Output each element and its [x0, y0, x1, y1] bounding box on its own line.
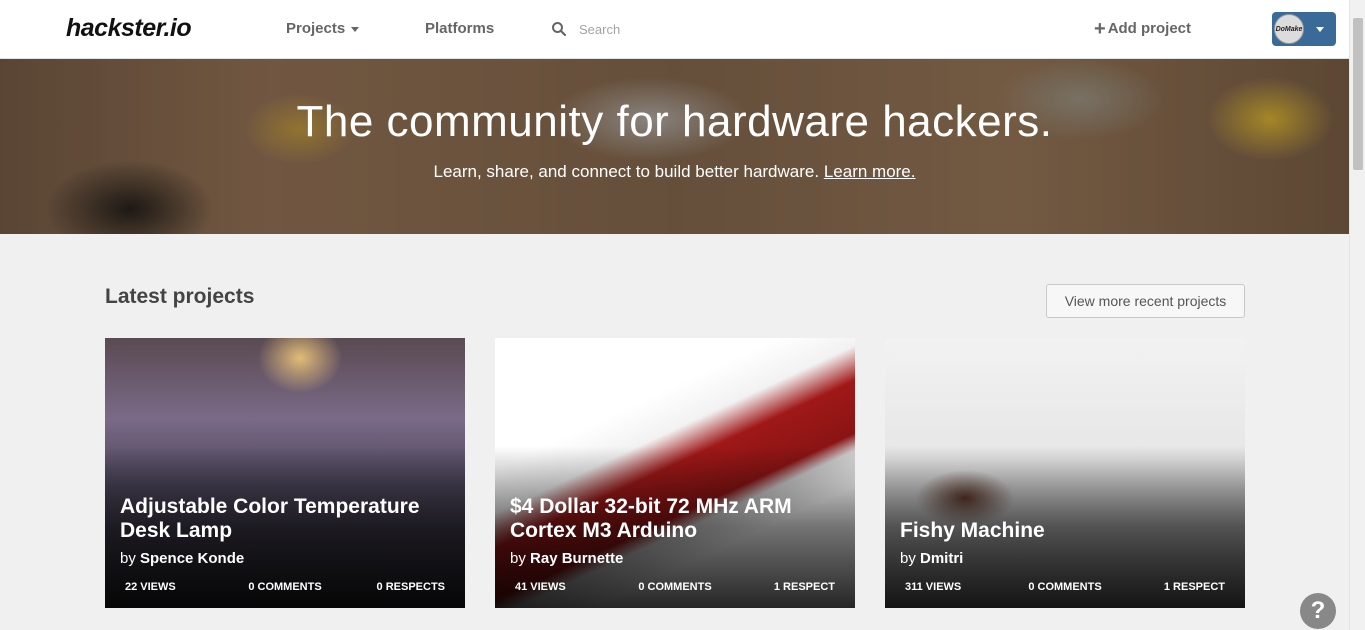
card-author-name[interactable]: Spence Konde: [140, 550, 244, 567]
card-stats: 22 VIEWS 0 COMMENTS 0 RESPECTS: [105, 581, 465, 597]
add-project-button[interactable]: + Add project: [1094, 18, 1191, 41]
card-respects: 0 RESPECTS: [376, 581, 445, 593]
avatar: DoMake: [1274, 14, 1304, 44]
search-box: [551, 19, 801, 41]
project-card[interactable]: Fishy Machine by Dmitri 311 VIEWS 0 COMM…: [885, 338, 1245, 608]
card-overlay: [495, 338, 855, 608]
help-button[interactable]: ?: [1300, 593, 1336, 629]
nav-platforms[interactable]: Platforms: [425, 20, 494, 37]
chevron-down-icon: [351, 26, 360, 32]
user-menu-button[interactable]: DoMake: [1272, 12, 1336, 46]
nav-projects-dropdown[interactable]: Projects: [286, 20, 360, 37]
nav-projects-label: Projects: [286, 20, 346, 37]
scrollbar-thumb[interactable]: [1353, 18, 1363, 170]
card-overlay: [885, 338, 1245, 608]
project-card[interactable]: $4 Dollar 32-bit 72 MHz ARM Cortex M3 Ar…: [495, 338, 855, 608]
page-scrollbar[interactable]: [1349, 0, 1365, 630]
card-title[interactable]: $4 Dollar 32-bit 72 MHz ARM Cortex M3 Ar…: [510, 495, 840, 543]
card-author: by Dmitri: [900, 550, 963, 567]
card-author-prefix: by: [120, 550, 136, 567]
card-author-name[interactable]: Ray Burnette: [530, 550, 623, 567]
top-navbar: hackster.io Projects Platforms +Add proj…: [0, 0, 1349, 59]
card-stats: 41 VIEWS 0 COMMENTS 1 RESPECT: [495, 581, 855, 597]
search-icon[interactable]: [551, 21, 567, 37]
plus-icon: +: [1094, 18, 1106, 40]
hero-subtitle: Learn, share, and connect to build bette…: [0, 162, 1349, 182]
card-respects: 1 RESPECT: [773, 581, 835, 593]
card-title[interactable]: Fishy Machine: [900, 519, 1230, 543]
card-title[interactable]: Adjustable Color Temperature Desk Lamp: [120, 495, 450, 543]
card-author-name[interactable]: Dmitri: [920, 550, 963, 567]
card-respects: 1 RESPECT: [1163, 581, 1225, 593]
section-title: Latest projects: [105, 285, 255, 308]
add-project-label: Add project: [1107, 20, 1192, 37]
project-card[interactable]: Adjustable Color Temperature Desk Lamp b…: [105, 338, 465, 608]
card-author: by Ray Burnette: [510, 550, 623, 567]
hero-banner: The community for hardware hackers. Lear…: [0, 59, 1349, 234]
card-author-prefix: by: [510, 550, 526, 567]
view-more-button[interactable]: View more recent projects: [1046, 284, 1245, 318]
card-stats: 311 VIEWS 0 COMMENTS 1 RESPECT: [885, 581, 1245, 597]
hero-subtitle-text: Learn, share, and connect to build bette…: [433, 162, 820, 181]
search-input[interactable]: [579, 19, 779, 39]
hackster-logo[interactable]: hackster.io: [66, 14, 192, 43]
card-author: by Spence Konde: [120, 550, 244, 567]
hero-title: The community for hardware hackers.: [296, 97, 1053, 146]
learn-more-link[interactable]: Learn more.: [824, 162, 916, 181]
card-author-prefix: by: [900, 550, 916, 567]
card-overlay: [105, 338, 465, 608]
chevron-down-icon: [1316, 27, 1324, 32]
